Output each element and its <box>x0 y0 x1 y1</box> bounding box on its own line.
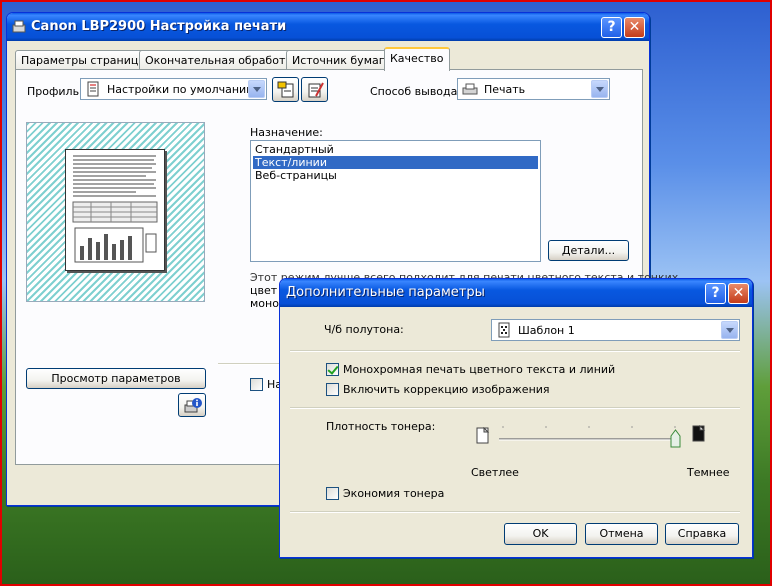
printer-info-button[interactable] <box>178 393 206 417</box>
halftone-label: Ч/б полутона: <box>324 323 404 336</box>
dialog-close-title-button[interactable]: ✕ <box>728 283 749 304</box>
purpose-option-standard[interactable]: Стандартный <box>253 143 538 156</box>
mono-print-label: Монохромная печать цветного текста и лин… <box>343 363 616 376</box>
purpose-option-text-lines[interactable]: Текст/линии <box>253 156 538 169</box>
chevron-down-icon[interactable] <box>591 80 608 98</box>
halftone-value: Шаблон 1 <box>518 324 575 337</box>
description-text-line2: цвет <box>250 284 278 297</box>
edit-profile-icon <box>306 81 324 98</box>
edit-profile-button[interactable] <box>301 77 328 102</box>
image-correction-checkbox[interactable] <box>326 383 339 396</box>
toner-density-track <box>499 426 678 441</box>
tab-finishing[interactable]: Окончательная обработка <box>139 50 305 70</box>
dark-page-icon <box>691 424 707 442</box>
toner-density-label: Плотность тонера: <box>326 420 436 433</box>
details-button[interactable]: Детали... <box>548 240 629 261</box>
help-title-button[interactable]: ? <box>601 17 622 38</box>
purpose-label: Назначение: <box>250 126 323 139</box>
mono-print-checkbox[interactable] <box>326 363 339 376</box>
output-select[interactable]: Печать <box>457 78 610 100</box>
cancel-button[interactable]: Отмена <box>585 523 658 545</box>
halftone-pattern-icon <box>496 322 512 338</box>
tab-paper-source[interactable]: Источник бумаги <box>286 50 398 70</box>
advanced-settings-dialog: Дополнительные параметры ? ✕ Ч/б полутон… <box>279 278 753 558</box>
output-value: Печать <box>484 83 526 96</box>
add-profile-button[interactable] <box>272 77 299 102</box>
toner-save-label: Экономия тонера <box>343 487 445 500</box>
dialog-divider-1 <box>290 350 740 352</box>
main-title-bar[interactable]: Canon LBP2900 Настройка печати ? ✕ <box>7 13 649 41</box>
add-profile-icon <box>277 81 294 98</box>
help-button[interactable]: Справка <box>665 523 739 545</box>
main-window-title: Canon LBP2900 Настройка печати <box>31 19 287 34</box>
close-title-button[interactable]: ✕ <box>624 17 645 38</box>
partial-checkbox[interactable] <box>250 378 263 391</box>
printer-icon <box>11 19 27 35</box>
toner-density-slider[interactable] <box>498 419 684 449</box>
preview-page-sheet <box>65 149 165 271</box>
output-label: Способ вывода: <box>370 85 462 98</box>
ok-button[interactable]: OK <box>504 523 577 545</box>
printer-small-icon <box>462 81 478 97</box>
image-correction-label: Включить коррекцию изображения <box>343 383 550 396</box>
dialog-title: Дополнительные параметры <box>286 285 485 300</box>
panel-divider <box>218 363 288 365</box>
preview-settings-button[interactable]: Просмотр параметров <box>26 368 206 389</box>
chevron-down-icon[interactable] <box>721 321 738 339</box>
printer-info-icon <box>184 397 202 413</box>
chevron-down-icon[interactable] <box>248 80 265 98</box>
halftone-select[interactable]: Шаблон 1 <box>491 319 740 341</box>
profile-select[interactable]: Настройки по умолчанию <box>80 78 267 100</box>
dialog-divider-3 <box>290 511 740 513</box>
purpose-list[interactable]: Стандартный Текст/линии Веб-страницы <box>250 140 541 262</box>
tab-page-setup[interactable]: Параметры страницы <box>15 50 154 70</box>
purpose-option-web-pages[interactable]: Веб-страницы <box>253 169 538 182</box>
light-page-icon <box>475 426 491 444</box>
dialog-divider-2 <box>290 407 740 409</box>
tab-quality[interactable]: Качество <box>384 47 450 71</box>
profile-value: Настройки по умолчанию <box>107 83 256 96</box>
profile-label: Профиль: <box>27 85 83 98</box>
lighter-label: Светлее <box>471 466 519 479</box>
dialog-title-bar[interactable]: Дополнительные параметры ? ✕ <box>280 279 752 307</box>
dialog-help-title-button[interactable]: ? <box>705 283 726 304</box>
description-text-line3: моно <box>250 297 279 310</box>
darker-label: Темнее <box>687 466 730 479</box>
preview-page-content <box>72 155 158 263</box>
profile-doc-icon <box>85 81 101 97</box>
toner-save-checkbox[interactable] <box>326 487 339 500</box>
toner-density-thumb[interactable] <box>670 429 681 448</box>
